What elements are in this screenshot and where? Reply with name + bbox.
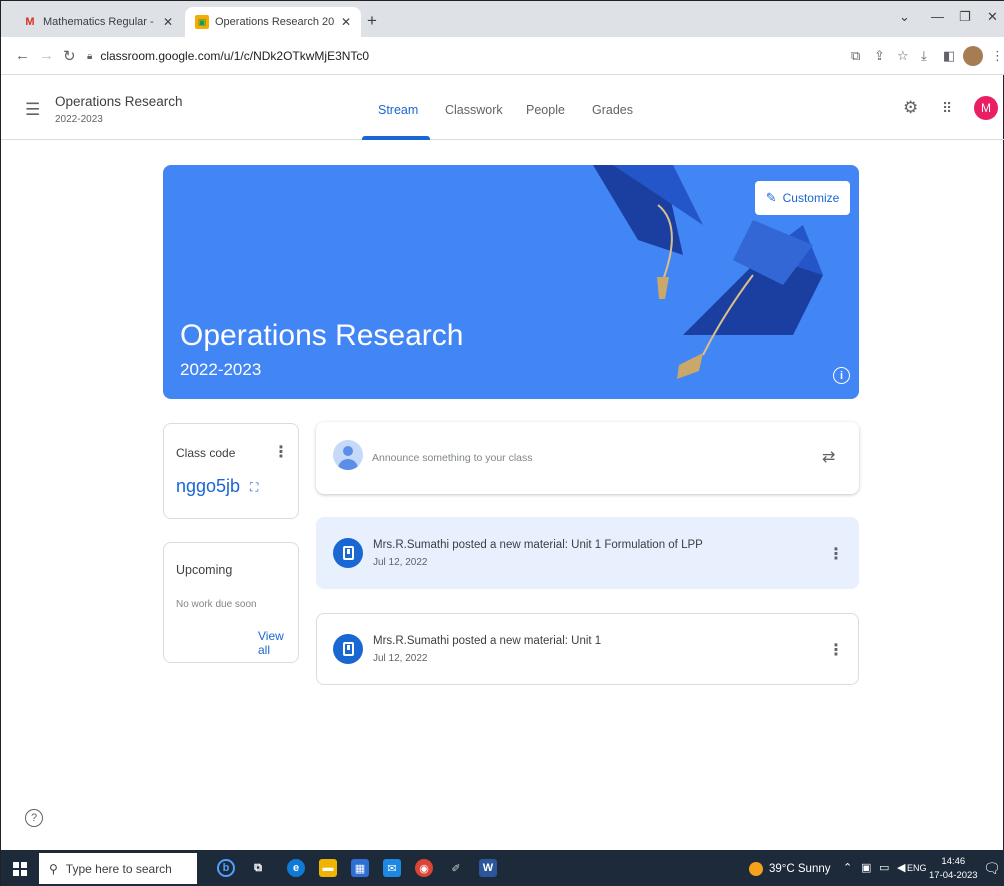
material-icon xyxy=(333,634,363,664)
weather-widget[interactable]: 39°C Sunny xyxy=(749,862,831,876)
screen: M Mathematics Regular - Criterion ✕ ▣ Op… xyxy=(0,0,1004,886)
fullscreen-icon[interactable]: ⛶ xyxy=(250,480,258,495)
volume-icon[interactable]: ◀ xyxy=(897,861,905,874)
minimize-icon[interactable]: — xyxy=(931,9,944,24)
taskbar-clock[interactable]: 14:46 17-04-2023 xyxy=(929,855,978,883)
post-date: Jul 12, 2022 xyxy=(373,557,428,568)
bing-icon[interactable]: b xyxy=(217,859,235,877)
forward-icon[interactable]: → xyxy=(39,47,54,64)
paint-icon[interactable]: ✐ xyxy=(447,859,465,877)
banner-subtitle: 2022-2023 xyxy=(180,360,262,379)
show-hidden-icons-icon[interactable]: ⌃ xyxy=(843,861,852,874)
url-text: classroom.google.com/u/1/c/NDk2OTkwMjE3N… xyxy=(100,49,370,63)
new-tab-icon[interactable]: + xyxy=(367,11,377,31)
upcoming-title: Upcoming xyxy=(176,563,233,577)
back-icon[interactable]: ← xyxy=(15,47,30,64)
notification-icon[interactable]: 🗨︎ xyxy=(983,860,1001,877)
post-title: Mrs.R.Sumathi posted a new material: Uni… xyxy=(373,539,703,551)
apps-grid-icon[interactable]: ⠿ xyxy=(942,100,952,117)
install-icon[interactable]: ⧉ xyxy=(851,48,860,64)
banner-title: Operations Research xyxy=(180,319,464,352)
sun-icon xyxy=(749,862,763,876)
clock-date: 17-04-2023 xyxy=(929,870,978,881)
search-icon: ⚲ xyxy=(49,861,58,876)
chrome-icon[interactable]: ◉ xyxy=(415,859,433,877)
share-icon[interactable]: ⇪ xyxy=(874,48,885,64)
browser-tab-classroom[interactable]: ▣ Operations Research 2022-2023 ✕ xyxy=(185,7,361,37)
browser-tab-gmail[interactable]: M Mathematics Regular - Criterion ✕ xyxy=(13,7,183,37)
window-close-icon[interactable]: ✕ xyxy=(987,9,998,25)
upcoming-empty-text: No work due soon xyxy=(176,599,257,610)
tab-stream[interactable]: Stream xyxy=(378,103,418,117)
post-date: Jul 12, 2022 xyxy=(373,653,428,664)
close-icon[interactable]: ✕ xyxy=(341,15,351,29)
more-vert-icon[interactable]: ⋮ xyxy=(273,442,289,462)
file-explorer-icon[interactable]: ▬ xyxy=(319,859,337,877)
tab-classwork[interactable]: Classwork xyxy=(445,103,503,117)
stream-post[interactable]: Mrs.R.Sumathi posted a new material: Uni… xyxy=(316,517,859,589)
help-icon[interactable]: ? xyxy=(25,809,43,827)
browser-menu-icon[interactable]: ⋮ xyxy=(991,48,1004,64)
tab-people[interactable]: People xyxy=(526,103,565,117)
tab-title: Mathematics Regular - Criterion xyxy=(43,16,157,28)
repost-icon[interactable]: ⇄ xyxy=(822,447,835,467)
info-icon[interactable]: i xyxy=(833,367,850,384)
address-bar[interactable]: 🔒︎ classroom.google.com/u/1/c/NDk2OTkwMj… xyxy=(87,43,827,69)
download-icon[interactable]: ⤓ xyxy=(921,48,927,64)
close-icon[interactable]: ✕ xyxy=(163,15,173,29)
clock-time: 14:46 xyxy=(941,856,966,867)
mail-icon[interactable]: ✉ xyxy=(383,859,401,877)
classroom-icon: ▣ xyxy=(195,15,209,29)
task-view-icon[interactable]: ⧉ xyxy=(249,859,267,877)
classroom-header: ☰ Operations Research 2022-2023 Stream C… xyxy=(1,76,1004,140)
view-all-link[interactable]: View all xyxy=(258,629,298,657)
restore-icon[interactable]: ❐ xyxy=(959,9,971,25)
class-banner: Operations Research 2022-2023 ✎ Customiz… xyxy=(163,165,859,399)
weather-text: 39°C Sunny xyxy=(769,863,831,875)
store-icon[interactable]: ▦ xyxy=(351,859,369,877)
tab-title: Operations Research 2022-2023 xyxy=(215,16,335,28)
browser-toolbar: ← → ↻ 🔒︎ classroom.google.com/u/1/c/NDk2… xyxy=(1,37,1004,75)
gmail-icon: M xyxy=(25,16,35,28)
sidepanel-icon[interactable]: ◧ xyxy=(943,48,955,64)
profile-avatar[interactable] xyxy=(963,46,983,66)
more-vert-icon[interactable]: ⋮ xyxy=(828,640,844,660)
active-tab-indicator xyxy=(362,136,430,140)
tab-grades[interactable]: Grades xyxy=(592,103,633,117)
reload-icon[interactable]: ↻ xyxy=(63,47,76,65)
hamburger-menu-icon[interactable]: ☰ xyxy=(25,100,40,120)
class-code-value: nggo5jb xyxy=(176,476,241,496)
post-title: Mrs.R.Sumathi posted a new material: Uni… xyxy=(373,635,602,647)
announce-placeholder: Announce something to your class xyxy=(372,452,533,464)
pencil-icon: ✎ xyxy=(765,190,777,205)
class-title[interactable]: Operations Research xyxy=(55,94,183,109)
stream-post[interactable]: Mrs.R.Sumathi posted a new material: Uni… xyxy=(316,613,859,685)
browser-tab-strip: M Mathematics Regular - Criterion ✕ ▣ Op… xyxy=(1,1,1004,37)
network-icon[interactable]: ▭ xyxy=(879,861,889,874)
bookmark-star-icon[interactable]: ☆ xyxy=(897,48,909,64)
meet-icon[interactable]: ▣ xyxy=(861,861,871,874)
settings-gear-icon[interactable]: ⚙ xyxy=(903,98,918,118)
more-vert-icon[interactable]: ⋮ xyxy=(828,544,844,564)
customize-button[interactable]: ✎ Customize xyxy=(755,181,850,215)
class-code-card: Class code ⋮ nggo5jb ⛶ xyxy=(163,423,299,519)
class-code-label: Class code xyxy=(176,446,236,460)
announce-box[interactable]: Announce something to your class ⇄ xyxy=(316,422,859,494)
language-indicator[interactable]: ENG xyxy=(907,863,927,873)
material-icon xyxy=(333,538,363,568)
customize-label: Customize xyxy=(782,191,840,205)
windows-start-icon[interactable] xyxy=(13,862,27,876)
word-icon[interactable]: W xyxy=(479,859,497,877)
taskbar-search-box[interactable]: ⚲ Type here to search xyxy=(39,853,197,884)
windows-taskbar: ⚲ Type here to search b ⧉ e ▬ ▦ ✉ ◉ ✐ W … xyxy=(1,850,1004,886)
user-avatar[interactable]: M xyxy=(974,96,998,120)
lock-icon: 🔒︎ xyxy=(87,50,93,62)
user-avatar-placeholder xyxy=(333,440,363,470)
edge-icon[interactable]: e xyxy=(287,859,305,877)
class-section: 2022-2023 xyxy=(55,114,103,125)
tab-search-icon[interactable]: ⌄ xyxy=(899,9,910,25)
taskbar-search-placeholder: Type here to search xyxy=(65,861,172,876)
upcoming-card: Upcoming No work due soon View all xyxy=(163,542,299,663)
